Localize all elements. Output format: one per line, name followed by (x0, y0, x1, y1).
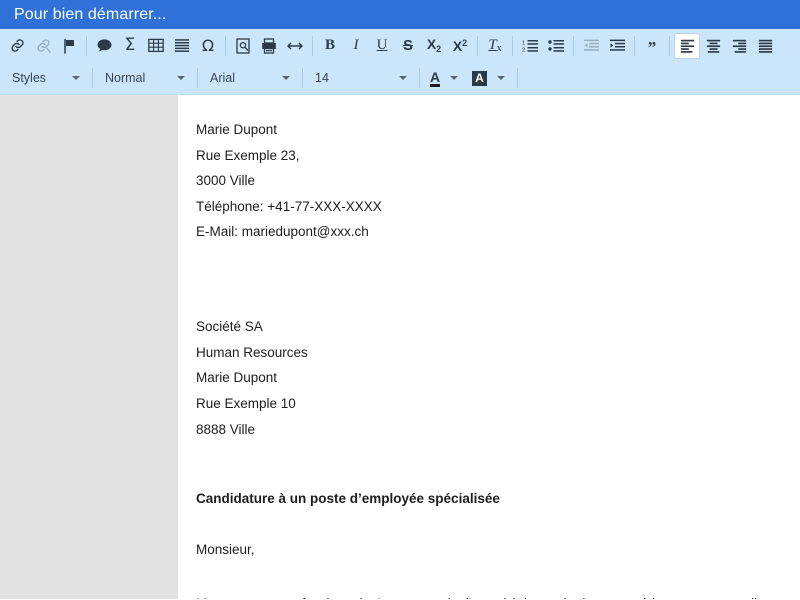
styles-dropdown[interactable]: Styles (4, 66, 88, 90)
formatting-toolbar-secondary: Styles Normal Arial 14 A A (0, 62, 800, 95)
chevron-down-icon[interactable] (450, 76, 459, 80)
comment-icon[interactable] (91, 33, 117, 59)
background-color-icon: A (472, 70, 487, 86)
chevron-down-icon (399, 76, 407, 80)
italic-icon[interactable]: I (343, 33, 369, 59)
subscript-icon[interactable]: X2 (421, 33, 447, 59)
separator (477, 35, 478, 56)
editor-window: Pour bien démarrer... Σ Ω B I U S X2 X2 Tx 1 2” St… (0, 0, 800, 600)
recipient-line: 8888 Ville (196, 421, 256, 437)
separator (634, 35, 635, 56)
recipient-line: Marie Dupont (196, 370, 278, 386)
recipient-address-block: Société SA Human Resources Marie Dupont … (196, 314, 792, 442)
print-icon[interactable] (256, 33, 282, 59)
bulleted-list-icon[interactable] (543, 33, 569, 59)
superscript-icon[interactable]: X2 (447, 33, 473, 59)
separator (512, 35, 513, 56)
sigma-formula-icon[interactable]: Σ (117, 33, 143, 59)
window-title: Pour bien démarrer... (14, 6, 167, 23)
subject-line: Candidature à un poste d’employée spécia… (196, 490, 500, 506)
chevron-down-icon[interactable] (496, 76, 505, 80)
text-color-button[interactable]: A (424, 66, 466, 90)
chevron-down-icon (177, 76, 185, 80)
sender-line: E-Mail: mariedupont@xxx.ch (196, 224, 369, 240)
separator (197, 68, 198, 88)
anchor-flag-icon[interactable] (56, 33, 82, 59)
preview-icon[interactable] (230, 33, 256, 59)
strikethrough-icon[interactable]: S (395, 33, 421, 59)
separator (86, 35, 87, 56)
separator (312, 35, 313, 56)
recipient-line: Société SA (196, 319, 263, 335)
table-icon[interactable] (143, 33, 169, 59)
page-margin-gutter (0, 95, 178, 599)
paragraph-format-label: Normal (105, 71, 146, 85)
chevron-down-icon (282, 76, 290, 80)
align-center-icon[interactable] (700, 33, 726, 59)
blockquote-icon[interactable]: ” (639, 33, 665, 59)
body-paragraph-line: Mon parcours professionnel m'ayant permi… (196, 588, 792, 599)
background-color-button[interactable]: A (466, 66, 513, 90)
font-size-dropdown[interactable]: 14 (307, 66, 415, 90)
svg-text:2: 2 (522, 48, 525, 53)
remove-format-icon[interactable]: Tx (482, 33, 508, 59)
align-justify-icon[interactable] (752, 33, 778, 59)
separator (92, 68, 93, 88)
sender-line: Rue Exemple 23, (196, 147, 300, 163)
underline-icon[interactable]: U (369, 33, 395, 59)
paragraph-format-dropdown[interactable]: Normal (97, 66, 193, 90)
title-bar: Pour bien démarrer... (0, 0, 800, 29)
svg-text:1: 1 (522, 40, 525, 46)
separator (516, 68, 518, 88)
sender-address-block: Marie Dupont Rue Exemple 23, 3000 Ville … (196, 117, 792, 245)
sender-line: Téléphone: +41-77-XXX-XXXX (196, 198, 382, 214)
separator (302, 68, 303, 88)
separator (419, 68, 420, 88)
salutation-line: Monsieur, (196, 541, 255, 557)
numbered-list-icon[interactable]: 12 (517, 33, 543, 59)
font-family-label: Arial (210, 71, 236, 85)
separator (669, 35, 670, 56)
outdent-icon (578, 33, 604, 59)
unlink-icon (30, 33, 56, 59)
styles-dropdown-label: Styles (12, 71, 47, 85)
horizontal-rule-icon[interactable] (282, 33, 308, 59)
sender-line: 3000 Ville (196, 173, 256, 189)
align-right-icon[interactable] (726, 33, 752, 59)
text-color-icon: A (430, 68, 441, 87)
font-family-dropdown[interactable]: Arial (202, 66, 298, 90)
separator (573, 35, 574, 56)
special-character-icon[interactable]: Ω (195, 33, 221, 59)
editor-content-area: Marie Dupont Rue Exemple 23, 3000 Ville … (0, 95, 800, 599)
recipient-line: Human Resources (196, 344, 308, 360)
document-page[interactable]: Marie Dupont Rue Exemple 23, 3000 Ville … (178, 95, 800, 599)
page-break-icon[interactable] (169, 33, 195, 59)
recipient-line: Rue Exemple 10 (196, 395, 296, 411)
chevron-down-icon (72, 76, 80, 80)
formatting-toolbar-primary: Σ Ω B I U S X2 X2 Tx 1 2” (0, 29, 800, 62)
link-icon[interactable] (4, 33, 30, 59)
sender-line: Marie Dupont (196, 122, 278, 137)
separator (225, 35, 226, 56)
align-left-icon[interactable] (674, 32, 700, 59)
bold-icon[interactable]: B (317, 33, 343, 59)
indent-icon[interactable] (604, 33, 630, 59)
font-size-label: 14 (315, 71, 329, 85)
